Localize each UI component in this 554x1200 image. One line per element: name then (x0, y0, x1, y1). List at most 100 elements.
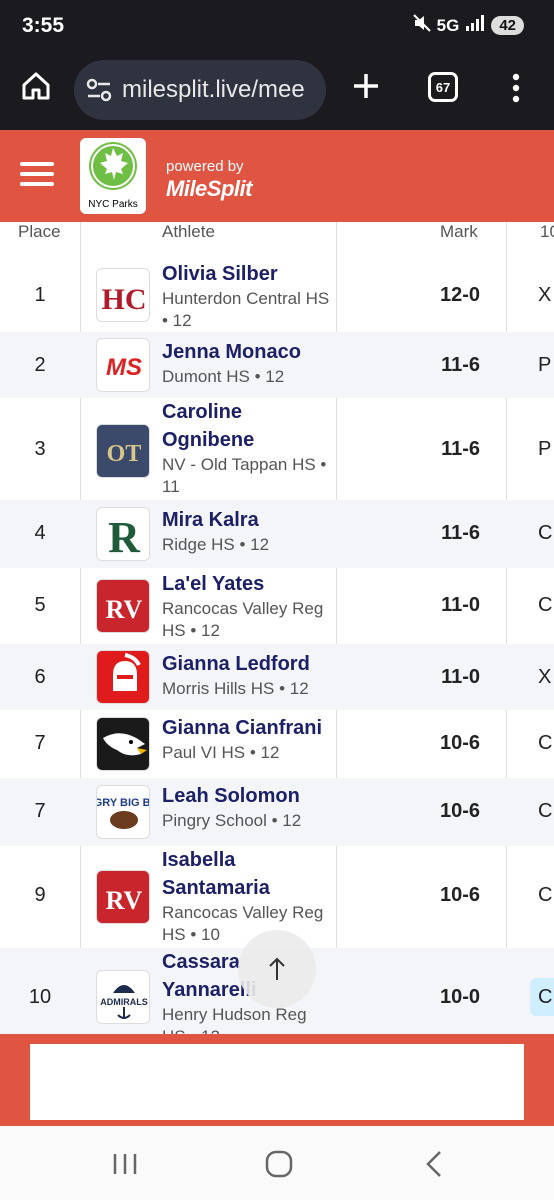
browser-toolbar: milesplit.live/mee 67 (0, 52, 554, 130)
mark-cell: 12-0 (439, 284, 480, 306)
athlete-name-link[interactable]: Mira Kalra (162, 506, 334, 534)
mark-cell: 10-0 (439, 986, 480, 1008)
header-mark[interactable]: Mark (440, 222, 478, 242)
header-place[interactable]: Place (18, 222, 61, 242)
athlete-team: Morris Hills HS • 12 (162, 679, 309, 698)
table-row[interactable]: 7 PINGRY BIG BLUE Leah Solomon Pingry Sc… (0, 778, 554, 846)
athlete-name-link[interactable]: La'el Yates (162, 570, 334, 598)
signal-icon (465, 15, 485, 36)
mark-cell: 10-6 (439, 884, 480, 906)
athlete-team: NV - Old Tappan HS • 11 (162, 455, 327, 496)
athlete-team: Ridge HS • 12 (162, 535, 270, 554)
powered-by-text: powered by (166, 158, 244, 175)
school-logo-hc: HC (96, 268, 150, 322)
attempt-cell: C (538, 594, 553, 616)
site-header: NYC Parks powered by MileSplit (0, 130, 554, 222)
mute-icon (412, 14, 431, 37)
athlete-team: Paul VI HS • 12 (162, 743, 280, 762)
table-row[interactable]: 5 RV La'el Yates Rancocas Valley Reg HS … (0, 568, 554, 644)
mark-cell: 10-6 (439, 732, 480, 754)
table-row[interactable]: 6 Gianna Ledford Morris Hills HS • 12 11… (0, 644, 554, 710)
hamburger-menu-icon[interactable] (20, 160, 54, 193)
athlete-name-link[interactable]: Caroline Ognibene (162, 398, 334, 454)
place-cell: 5 (34, 594, 46, 616)
school-logo-rv: RV (96, 870, 150, 924)
attempt-cell: X (538, 666, 552, 688)
school-logo-knight (96, 650, 150, 704)
athlete-cell: Mira Kalra Ridge HS • 12 (162, 506, 334, 556)
place-cell: 10 (28, 986, 52, 1008)
athlete-name-link[interactable]: Leah Solomon (162, 782, 334, 810)
header-last[interactable]: 10 (540, 222, 554, 242)
attempt-cell: C (538, 800, 553, 822)
athlete-cell: Leah Solomon Pingry School • 12 (162, 782, 334, 832)
attempt-cell: P (538, 354, 552, 376)
header-athlete[interactable]: Athlete (162, 222, 215, 242)
place-cell: 4 (34, 522, 46, 544)
attempt-cell: C (538, 732, 553, 754)
logo-text: MS (106, 354, 142, 381)
attempt-cell: X (538, 284, 552, 306)
network-label: 5G (436, 15, 460, 35)
athlete-name-link[interactable]: Jenna Monaco (162, 338, 334, 366)
place-cell: 7 (34, 732, 46, 754)
place-cell: 3 (34, 438, 46, 460)
place-cell: 2 (34, 354, 46, 376)
table-row[interactable]: 4 R Mira Kalra Ridge HS • 12 11-6 C (0, 500, 554, 568)
athlete-cell: Caroline Ognibene NV - Old Tappan HS • 1… (162, 398, 334, 498)
athlete-cell: Gianna Cianfrani Paul VI HS • 12 (162, 714, 334, 764)
mark-cell: 11-0 (441, 594, 480, 616)
athlete-name-link[interactable]: Gianna Ledford (162, 650, 334, 678)
status-time: 3:55 (22, 14, 65, 37)
place-cell: 7 (34, 800, 46, 822)
ad-slot[interactable] (30, 1044, 524, 1120)
athlete-cell: Jenna Monaco Dumont HS • 12 (162, 338, 334, 388)
athlete-team: Rancocas Valley Reg HS • 10 (162, 903, 324, 944)
table-row[interactable]: 3 OT Caroline Ognibene NV - Old Tappan H… (0, 398, 554, 500)
school-logo-ot: OT (96, 424, 150, 478)
logo-text: R (108, 513, 141, 561)
tab-count: 67 (435, 79, 451, 95)
table-header: Place Athlete Mark 10 (0, 222, 554, 258)
mark-cell: 11-6 (441, 522, 480, 544)
table-row[interactable]: 2 MS Jenna Monaco Dumont HS • 12 11-6 P (0, 332, 554, 398)
attempt-cell: C (538, 986, 553, 1008)
place-cell: 6 (34, 666, 46, 688)
site-info-icon[interactable] (86, 78, 112, 109)
results-table: Place Athlete Mark 10 1 HC Olivia Silber… (0, 222, 554, 1034)
mark-cell: 11-0 (441, 666, 480, 688)
tab-switcher-button[interactable]: 67 (428, 72, 458, 102)
home-icon[interactable] (20, 70, 52, 107)
athlete-cell: Isabella Santamaria Rancocas Valley Reg … (162, 846, 334, 946)
place-cell: 1 (34, 284, 46, 306)
school-logo-r: R (96, 507, 150, 561)
logo-text: OT (107, 441, 142, 467)
attempt-cell: P (538, 438, 552, 460)
logo-text: RV (106, 886, 143, 915)
battery-badge: 42 (491, 16, 524, 35)
back-icon[interactable] (424, 1150, 444, 1183)
mark-cell: 11-6 (441, 438, 480, 460)
athlete-cell: Gianna Ledford Morris Hills HS • 12 (162, 650, 334, 700)
athlete-name-link[interactable]: Olivia Silber (162, 260, 334, 288)
nyc-parks-logo[interactable]: NYC Parks (80, 138, 146, 214)
status-icons: 5G 42 (412, 14, 524, 37)
footer-banner (0, 1034, 554, 1126)
scroll-to-top-button[interactable] (238, 930, 316, 1008)
athlete-name-link[interactable]: Gianna Cianfrani (162, 714, 334, 742)
status-bar: 3:55 5G 42 (0, 0, 554, 52)
school-logo-pingry: PINGRY BIG BLUE (96, 785, 150, 839)
recent-apps-icon[interactable] (112, 1152, 138, 1181)
home-button-icon[interactable] (265, 1150, 293, 1183)
athlete-team: Pingry School • 12 (162, 811, 302, 830)
mark-cell: 10-6 (439, 800, 480, 822)
address-bar[interactable]: milesplit.live/mee (74, 60, 326, 120)
milesplit-brand[interactable]: MileSplit (166, 176, 252, 202)
more-menu-icon[interactable] (510, 72, 522, 109)
new-tab-icon[interactable] (350, 70, 382, 107)
table-row[interactable]: 7 Gianna Cianfrani Paul VI HS • 12 10-6 … (0, 710, 554, 778)
athlete-name-link[interactable]: Isabella Santamaria (162, 846, 334, 902)
system-nav-bar (0, 1126, 554, 1200)
table-row[interactable]: 1 HC Olivia Silber Hunterdon Central HS … (0, 258, 554, 332)
url-text: milesplit.live/mee (122, 76, 305, 103)
